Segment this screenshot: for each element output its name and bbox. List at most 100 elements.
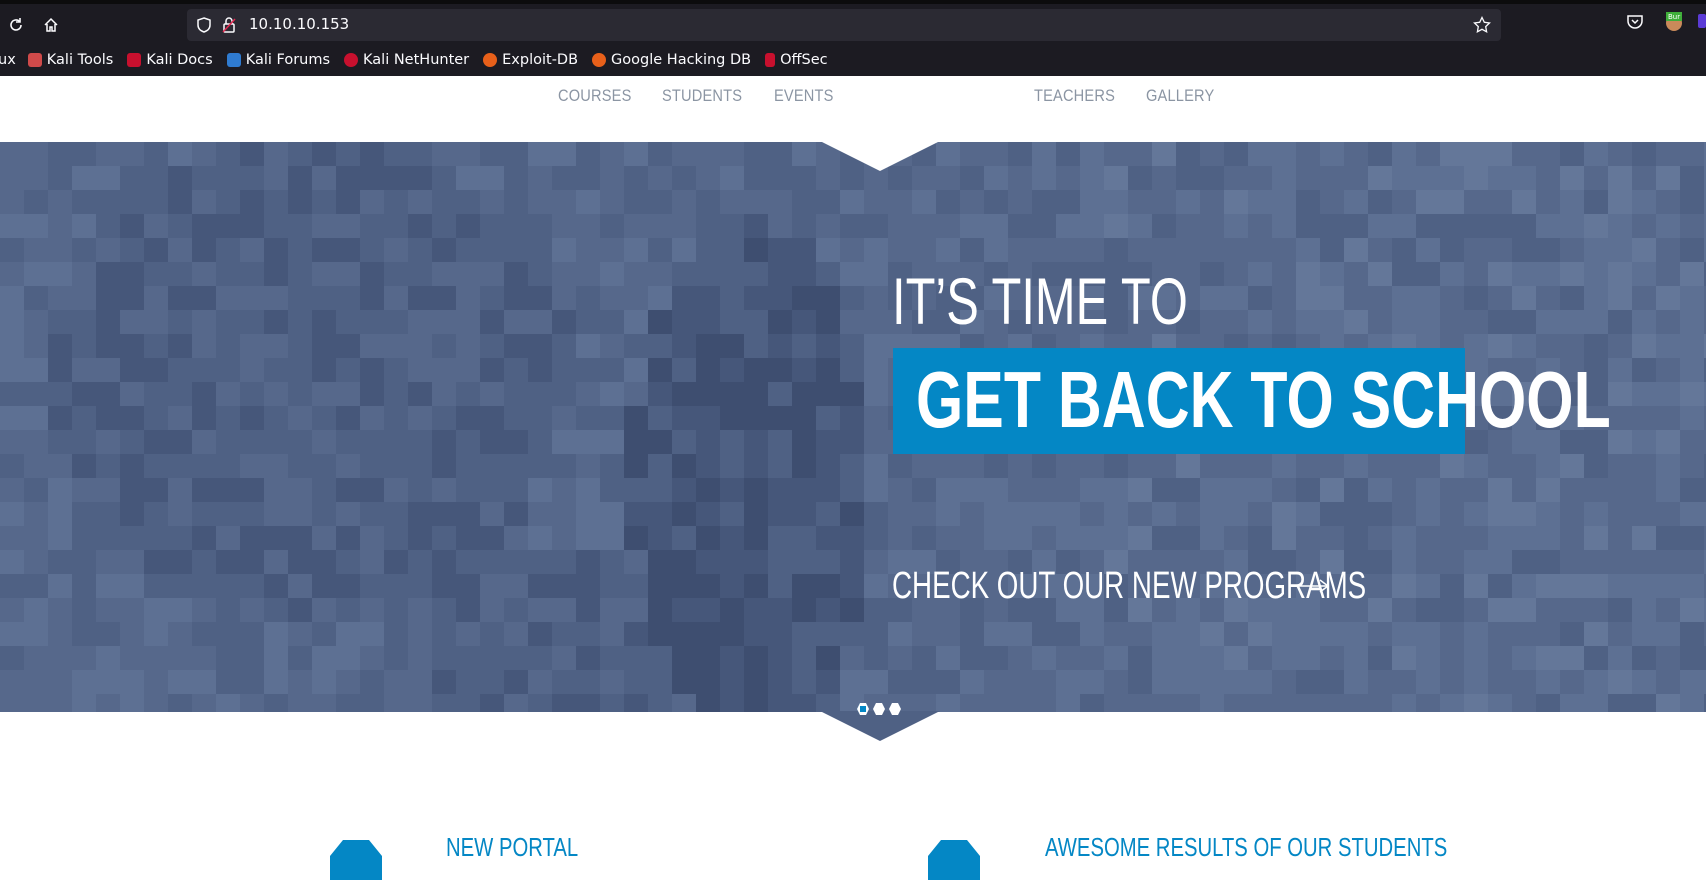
- mosaic-tile: [216, 526, 240, 550]
- address-bar[interactable]: 10.10.10.153: [187, 9, 1501, 41]
- url-text[interactable]: 10.10.10.153: [249, 15, 349, 33]
- reload-icon[interactable]: [3, 12, 29, 38]
- nav-students[interactable]: STUDENTS: [662, 86, 742, 106]
- mosaic-tile: [1584, 598, 1608, 622]
- mosaic-tile: [456, 142, 480, 166]
- mosaic-tile: [552, 142, 576, 166]
- lock-icon[interactable]: [220, 16, 238, 34]
- mosaic-tile: [1272, 190, 1296, 214]
- mosaic-tile: [552, 238, 576, 262]
- mosaic-tile: [1176, 622, 1200, 646]
- slide-dot-1[interactable]: [857, 703, 869, 715]
- mosaic-tile: [1656, 622, 1680, 646]
- mosaic-tile: [1032, 214, 1056, 238]
- mosaic-tile: [576, 454, 600, 478]
- slide-dot-3[interactable]: [889, 703, 901, 715]
- mosaic-tile: [1656, 550, 1680, 574]
- mosaic-tile: [144, 310, 168, 334]
- mosaic-tile: [1632, 190, 1656, 214]
- mosaic-tile: [384, 478, 408, 502]
- bookmark-partial[interactable]: ux: [0, 52, 16, 68]
- mosaic-tile: [408, 382, 432, 406]
- mosaic-tile: [840, 190, 864, 214]
- nav-gallery[interactable]: GALLERY: [1146, 86, 1214, 106]
- mosaic-tile: [1176, 166, 1200, 190]
- mosaic-tile: [480, 550, 504, 574]
- mosaic-tile: [456, 694, 480, 712]
- mosaic-tile: [1248, 238, 1272, 262]
- mosaic-tile: [288, 166, 312, 190]
- mosaic-tile: [1584, 526, 1608, 550]
- home-icon[interactable]: [38, 12, 64, 38]
- mosaic-tile: [1200, 238, 1224, 262]
- mosaic-tile: [1080, 670, 1104, 694]
- mosaic-tile: [72, 550, 96, 574]
- mosaic-tile: [504, 598, 528, 622]
- mosaic-tile: [720, 238, 744, 262]
- extension-icon-partial[interactable]: [1698, 14, 1706, 28]
- mosaic-tile: [1344, 286, 1368, 310]
- mosaic-tile: [720, 694, 744, 712]
- mosaic-tile: [696, 262, 720, 286]
- feature-title-new-portal[interactable]: NEW PORTAL: [446, 832, 578, 863]
- mosaic-tile: [1344, 454, 1368, 478]
- mosaic-tile: [528, 646, 552, 670]
- mosaic-tile: [792, 142, 816, 166]
- pocket-icon[interactable]: [1626, 12, 1644, 34]
- slide-dot-2[interactable]: [873, 703, 885, 715]
- mosaic-tile: [168, 478, 192, 502]
- bookmark-kali-tools[interactable]: Kali Tools: [27, 52, 113, 68]
- mosaic-tile: [720, 454, 744, 478]
- mosaic-tile: [264, 358, 288, 382]
- mosaic-tile: [744, 646, 768, 670]
- bookmark-star-icon[interactable]: [1473, 15, 1491, 34]
- mosaic-tile: [0, 238, 24, 262]
- bookmark-kali-nethunter[interactable]: Kali NetHunter: [344, 52, 469, 68]
- mosaic-tile: [552, 310, 576, 334]
- mosaic-tile: [1656, 670, 1680, 694]
- tracking-shield-icon[interactable]: [195, 16, 213, 34]
- mosaic-tile: [792, 166, 816, 190]
- mosaic-tile: [336, 214, 360, 238]
- mosaic-tile: [1224, 502, 1248, 526]
- mosaic-tile: [1512, 502, 1536, 526]
- cta-new-programs-link[interactable]: CHECK OUT OUR NEW PROGRAMS: [892, 566, 1542, 606]
- mosaic-tile: [1320, 286, 1344, 310]
- bookmark-kali-docs[interactable]: Kali Docs: [127, 52, 213, 68]
- mosaic-tile: [1128, 238, 1152, 262]
- bookmark-offsec[interactable]: OffSec: [765, 52, 828, 68]
- burp-extension-icon[interactable]: Bur: [1663, 10, 1685, 36]
- mosaic-tile: [864, 358, 888, 382]
- mosaic-tile: [360, 502, 384, 526]
- bookmark-kali-forums[interactable]: Kali Forums: [226, 52, 330, 68]
- mosaic-tile: [120, 502, 144, 526]
- nav-events[interactable]: EVENTS: [774, 86, 834, 106]
- bookmark-exploit-db[interactable]: Exploit-DB: [483, 52, 578, 68]
- mosaic-tile: [696, 622, 720, 646]
- mosaic-tile: [0, 406, 24, 430]
- mosaic-tile: [216, 622, 240, 646]
- mosaic-tile: [1368, 166, 1392, 190]
- mosaic-tile: [336, 646, 360, 670]
- mosaic-tile: [384, 310, 408, 334]
- mosaic-tile: [1080, 478, 1104, 502]
- mosaic-tile: [312, 574, 336, 598]
- hero-notch: [820, 711, 940, 741]
- mosaic-tile: [960, 454, 984, 478]
- mosaic-tile: [696, 670, 720, 694]
- mosaic-tile: [360, 646, 384, 670]
- nav-teachers[interactable]: TEACHERS: [1034, 86, 1115, 106]
- feature-title-results[interactable]: AWESOME RESULTS OF OUR STUDENTS: [1045, 832, 1447, 863]
- mosaic-tile: [936, 694, 960, 712]
- nav-courses[interactable]: COURSES: [558, 86, 632, 106]
- mosaic-tile: [1440, 454, 1464, 478]
- mosaic-tile: [1272, 454, 1296, 478]
- mosaic-tile: [48, 646, 72, 670]
- mosaic-tile: [816, 598, 840, 622]
- mosaic-tile: [288, 622, 312, 646]
- mosaic-tile: [1248, 670, 1272, 694]
- bookmark-google-hacking-db[interactable]: Google Hacking DB: [592, 52, 751, 68]
- mosaic-tile: [936, 526, 960, 550]
- mosaic-tile: [600, 574, 624, 598]
- mosaic-tile: [72, 406, 96, 430]
